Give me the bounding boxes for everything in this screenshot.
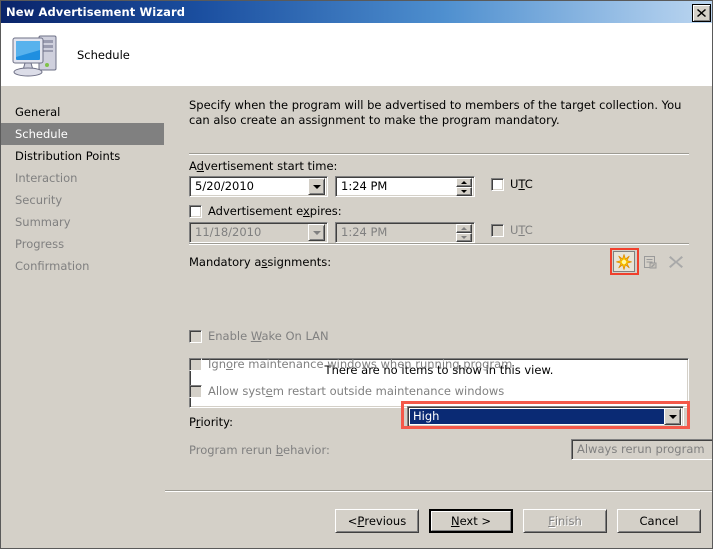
wizard-header: Schedule: [1, 23, 712, 86]
checkbox-box: [491, 223, 504, 237]
mandatory-assignments-label: Mandatory assignments:: [189, 255, 332, 269]
wizard-main-pane: Specify when the program will be adverti…: [165, 86, 712, 548]
spinner-buttons[interactable]: [456, 177, 472, 196]
checkbox-box[interactable]: [189, 204, 202, 218]
close-glyph: [697, 9, 706, 17]
sidebar-item-distribution-points[interactable]: Distribution Points: [1, 145, 164, 167]
spinner-up-icon: [456, 223, 472, 233]
start-time-utc-checkbox[interactable]: UTC: [491, 177, 533, 191]
close-icon[interactable]: [692, 4, 711, 22]
priority-combo[interactable]: High: [407, 406, 684, 427]
checkbox-box: [189, 357, 202, 371]
ignore-maintenance-windows-label: Ignore maintenance windows when running …: [208, 357, 513, 371]
cancel-button[interactable]: Cancel: [617, 509, 701, 533]
starburst-icon: [616, 253, 632, 270]
spinner-down-icon: [456, 232, 472, 242]
chevron-down-icon: [308, 224, 325, 241]
chevron-down-icon[interactable]: [664, 408, 681, 425]
checkbox-box: [189, 384, 202, 398]
expire-time-value: 1:24 PM: [341, 225, 388, 239]
chevron-down-icon[interactable]: [308, 178, 325, 195]
button-bar-separator: [165, 490, 712, 492]
spinner-buttons: [456, 223, 472, 242]
expire-utc-checkbox: UTC: [491, 223, 533, 237]
separator-mandatory: [189, 243, 689, 245]
start-time-spinner[interactable]: 1:24 PM: [335, 176, 475, 197]
priority-label: Priority:: [189, 415, 233, 429]
next-button[interactable]: Next >: [429, 509, 513, 533]
title-bar: New Advertisement Wizard: [1, 1, 712, 23]
enable-wake-on-lan-checkbox: Enable Wake On LAN: [189, 329, 329, 343]
start-time-value: 1:24 PM: [341, 179, 388, 193]
program-rerun-behavior-combo: Always rerun program: [571, 439, 712, 460]
start-time-utc-label: UTC: [510, 177, 533, 191]
spinner-up-icon[interactable]: [456, 177, 472, 187]
delete-button: [665, 251, 687, 272]
allow-system-restart-checkbox: Allow system restart outside maintenance…: [189, 384, 504, 398]
sidebar-item-schedule[interactable]: Schedule: [1, 123, 164, 145]
ignore-maintenance-windows-checkbox: Ignore maintenance windows when running …: [189, 357, 512, 371]
priority-value: High: [409, 408, 665, 425]
sidebar-item-interaction: Interaction: [15, 171, 78, 185]
expire-date-value: 11/18/2010: [195, 225, 262, 239]
enable-wake-on-lan-label: Enable Wake On LAN: [208, 329, 329, 343]
sidebar-item-summary: Summary: [15, 215, 71, 229]
spinner-down-icon[interactable]: [456, 186, 472, 196]
wizard-steps-sidebar: General Schedule Distribution Points Int…: [1, 86, 164, 548]
finish-button: Finish: [523, 509, 607, 533]
allow-system-restart-label: Allow system restart outside maintenance…: [208, 384, 505, 398]
properties-icon: [644, 255, 657, 268]
sidebar-item-general[interactable]: General: [1, 101, 164, 123]
sidebar-item-progress: Progress: [15, 237, 65, 251]
expire-date-combo: 11/18/2010: [189, 222, 328, 243]
checkbox-box: [189, 329, 202, 343]
sidebar-item-security: Security: [15, 193, 63, 207]
expire-utc-label: UTC: [510, 223, 533, 237]
window-title: New Advertisement Wizard: [6, 5, 186, 19]
properties-button: [639, 251, 661, 272]
checkbox-box[interactable]: [491, 177, 504, 191]
wizard-button-bar: < Previous Next > Finish Cancel: [335, 509, 701, 533]
separator-start-time: [189, 153, 689, 155]
start-date-combo[interactable]: 5/20/2010: [189, 176, 328, 197]
x-delete-icon: [669, 255, 683, 268]
expire-time-spinner: 1:24 PM: [335, 222, 475, 243]
computer-icon: [9, 30, 65, 80]
advertisement-expires-checkbox[interactable]: Advertisement expires:: [189, 204, 342, 218]
previous-button[interactable]: < Previous: [335, 509, 419, 533]
page-title: Schedule: [77, 47, 130, 62]
program-rerun-behavior-value: Always rerun program: [577, 442, 705, 456]
sidebar-item-confirmation: Confirmation: [15, 259, 90, 273]
program-rerun-behavior-label: Program rerun behavior:: [189, 443, 330, 457]
advertisement-expires-label: Advertisement expires:: [208, 204, 342, 218]
start-date-value: 5/20/2010: [195, 179, 254, 193]
intro-text: Specify when the program will be adverti…: [189, 98, 682, 127]
new-advertisement-wizard-window: New Advertisement Wizard Schedule Genera…: [0, 0, 713, 549]
advertisement-start-time-label: Advertisement start time:: [189, 159, 338, 173]
new-assignment-button[interactable]: [613, 251, 635, 272]
